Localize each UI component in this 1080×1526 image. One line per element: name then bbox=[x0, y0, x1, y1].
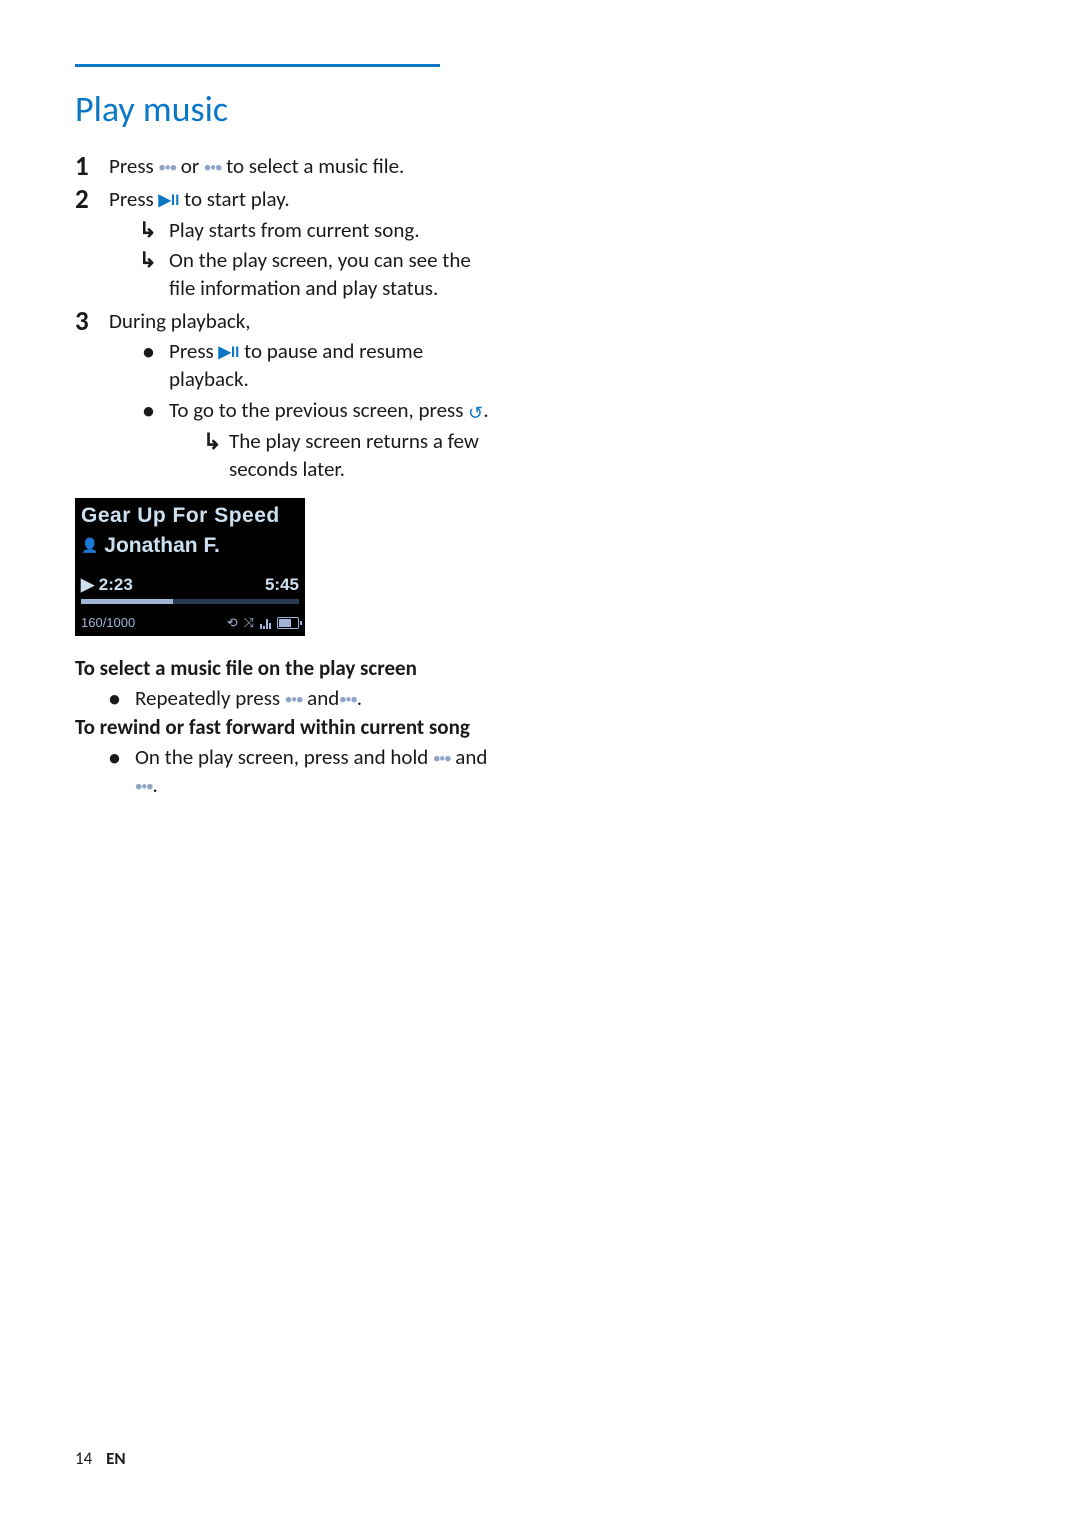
substep: The play screen returns a few seconds la… bbox=[199, 427, 500, 484]
text: Press bbox=[169, 338, 219, 364]
elapsed-time: 2:23 bbox=[99, 575, 133, 594]
dpad-up-icon: ●•● bbox=[433, 752, 450, 766]
text: On the play screen, press and hold bbox=[135, 744, 433, 770]
song-artist: 👤 Jonathan F. bbox=[81, 532, 299, 560]
text: Repeatedly press bbox=[135, 685, 285, 711]
step-2: 2 Press ▶II to start play. Play starts f… bbox=[75, 185, 500, 302]
text: . bbox=[357, 685, 362, 711]
step-number: 3 bbox=[75, 307, 109, 484]
dpad-up-icon: ●•● bbox=[285, 693, 302, 707]
dpad-down-icon: ●•● bbox=[135, 780, 152, 794]
text: To go to the previous screen, press bbox=[169, 397, 468, 423]
artist-icon: 👤 bbox=[81, 537, 98, 553]
bullet: Press ▶II to pause and resume playback. bbox=[139, 337, 500, 394]
step-body: Press ●•● or ●•● to select a music file. bbox=[109, 152, 500, 182]
substep: On the play screen, you can see the file… bbox=[139, 246, 500, 303]
section-heading: Play music bbox=[75, 85, 1005, 134]
play-pause-icon: ▶II bbox=[159, 191, 180, 210]
page-number: 14 bbox=[75, 1448, 92, 1469]
play-indicator: ▶ 2:23 bbox=[81, 574, 133, 597]
bullet: Repeatedly press ●•● and●•●. bbox=[105, 684, 505, 712]
text: and bbox=[451, 744, 488, 770]
sub-heading: To select a music file on the play scree… bbox=[75, 654, 505, 682]
text: . bbox=[152, 772, 157, 798]
play-pause-icon: ▶II bbox=[219, 343, 240, 362]
text: Press bbox=[109, 186, 159, 212]
battery-icon bbox=[277, 617, 299, 629]
play-screen-preview: Gear Up For Speed 👤 Jonathan F. ▶ 2:23 5… bbox=[75, 498, 305, 636]
dpad-down-icon: ●•● bbox=[204, 161, 221, 175]
equalizer-icon bbox=[260, 617, 271, 629]
step-3: 3 During playback, Press ▶II to pause an… bbox=[75, 307, 500, 484]
text: to select a music file. bbox=[221, 153, 404, 179]
text: During playback, bbox=[109, 308, 251, 334]
text: or bbox=[176, 153, 204, 179]
repeat-icon: ⟲ bbox=[227, 614, 238, 632]
text: and bbox=[302, 685, 339, 711]
track-count: 160/1000 bbox=[81, 614, 135, 632]
progress-bar bbox=[81, 599, 299, 604]
text: Press bbox=[109, 153, 159, 179]
song-title: Gear Up For Speed bbox=[81, 502, 299, 530]
step-number: 1 bbox=[75, 152, 109, 182]
section-rule bbox=[75, 64, 440, 67]
back-icon: ↻ bbox=[468, 401, 483, 425]
step-number: 2 bbox=[75, 185, 109, 302]
step-body: During playback, Press ▶II to pause and … bbox=[109, 307, 500, 484]
step-1: 1 Press ●•● or ●•● to select a music fil… bbox=[75, 152, 500, 182]
step-body: Press ▶II to start play. Play starts fro… bbox=[109, 185, 500, 302]
bullet: On the play screen, press and hold ●•● a… bbox=[105, 743, 505, 800]
language-code: EN bbox=[106, 1448, 126, 1469]
artist-name: Jonathan F. bbox=[104, 534, 220, 557]
text: . bbox=[483, 397, 488, 423]
shuffle-icon: ⤨ bbox=[244, 614, 254, 632]
page-footer: 14 EN bbox=[75, 1448, 126, 1471]
dpad-up-icon: ●•● bbox=[159, 161, 176, 175]
bullet: To go to the previous screen, press ↻. T… bbox=[139, 396, 500, 484]
sub-heading: To rewind or fast forward within current… bbox=[75, 713, 505, 741]
text: to start play. bbox=[179, 186, 289, 212]
total-time: 5:45 bbox=[265, 574, 299, 597]
substep: Play starts from current song. bbox=[139, 216, 500, 244]
dpad-down-icon: ●•● bbox=[339, 693, 356, 707]
